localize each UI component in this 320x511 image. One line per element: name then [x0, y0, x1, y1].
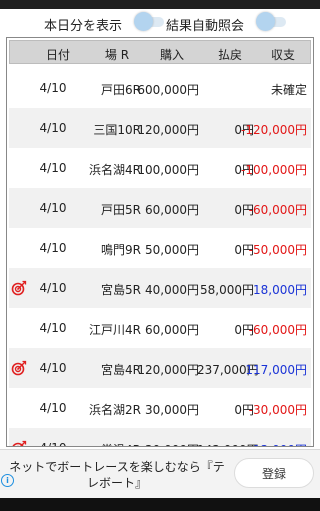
header-balance: 収支 [270, 48, 295, 62]
table-row[interactable]: 4/10 戸田5R 60,000円 0円 -60,000円 [9, 188, 311, 228]
header-venue: 場 R [104, 48, 130, 62]
ad-banner[interactable]: i ネットでボートレースを楽しむなら『テレボート』 登録 [0, 449, 320, 498]
register-button[interactable]: 登録 [234, 458, 314, 488]
nav-bar [0, 498, 320, 511]
header-buy: 購入 [159, 48, 184, 62]
table-row[interactable]: 4/10 浜名湖4R 100,000円 0円 -100,000円 [9, 148, 311, 188]
row-buy: 30,000円 [145, 403, 199, 417]
header-date: 日付 [45, 48, 70, 62]
row-date: 4/10 [31, 441, 75, 446]
results-table[interactable]: 日付 場 R 購入 払戻 収支 4/10 戸田6R 600,000円 未確定 4/10 三… [6, 37, 314, 447]
table-row[interactable]: 4/10 戸田6R 600,000円 未確定 [9, 68, 311, 108]
row-balance: -120,000円 [241, 123, 307, 137]
row-buy: 60,000円 [145, 323, 199, 337]
row-buy: 60,000円 [145, 203, 199, 217]
table-row[interactable]: 4/10常滑4R30,000円143,000円13,000円 [9, 428, 311, 446]
target-dart-icon [11, 280, 27, 296]
row-date: 4/10 [39, 201, 67, 215]
row-date: 4/10 [39, 121, 67, 135]
ad-text[interactable]: ネットでボートレースを楽しむなら『テレボート』 [6, 459, 228, 491]
row-date: 4/10 [39, 161, 67, 175]
row-balance: 未確定 [270, 83, 307, 97]
table-row[interactable]: 4/10 三国10R 120,000円 0円 -120,000円 [9, 108, 311, 148]
row-balance: 18,000円 [253, 283, 307, 297]
auto-check-toggle[interactable] [256, 12, 286, 31]
row-date: 4/10 [39, 321, 67, 335]
row-date: 4/10 [39, 81, 67, 95]
toggle-bar: 本日分を表示 結果自動照会 [0, 9, 320, 37]
show-today-label: 本日分を表示 [44, 19, 123, 34]
row-balance: -100,000円 [241, 163, 307, 177]
toggle-knob [134, 12, 153, 31]
header-payout: 払戻 [217, 48, 242, 62]
table-row[interactable]: 4/10 宮島4R 120,000円 237,000円 117,000円 [9, 348, 311, 388]
table-row[interactable]: 4/10 江戸川4R 60,000円 0円 -60,000円 [9, 308, 311, 348]
toggle-knob [256, 12, 275, 31]
table-row[interactable]: 4/10 鳴門9R 50,000円 0円 -50,000円 [9, 228, 311, 268]
row-buy: 120,000円 [137, 123, 199, 137]
show-today-toggle[interactable] [134, 12, 164, 31]
row-balance: -60,000円 [248, 203, 307, 217]
target-dart-icon [12, 440, 27, 446]
row-buy: 100,000円 [137, 163, 199, 177]
row-balance: -30,000円 [248, 403, 307, 417]
status-bar [0, 0, 320, 9]
row-buy: 30,000円 [131, 441, 199, 446]
table-row[interactable]: 4/10 宮島5R 40,000円 58,000円 18,000円 [9, 268, 311, 308]
row-date: 4/10 [39, 241, 67, 255]
row-balance: 117,000円 [245, 363, 307, 377]
row-balance: -60,000円 [248, 323, 307, 337]
row-buy: 120,000円 [137, 363, 199, 377]
row-balance: 13,000円 [241, 441, 307, 446]
auto-check-label: 結果自動照会 [166, 19, 245, 34]
row-date: 4/10 [39, 401, 67, 415]
table-header: 日付 場 R 購入 払戻 収支 [9, 40, 311, 64]
row-buy: 50,000円 [145, 243, 199, 257]
table-row[interactable]: 4/10 浜名湖2R 30,000円 0円 -30,000円 [9, 388, 311, 428]
row-buy: 600,000円 [137, 83, 199, 97]
row-buy: 40,000円 [145, 283, 199, 297]
row-balance: -50,000円 [248, 243, 307, 257]
row-date: 4/10 [39, 281, 67, 295]
row-date: 4/10 [39, 361, 67, 375]
target-dart-icon [11, 360, 27, 376]
